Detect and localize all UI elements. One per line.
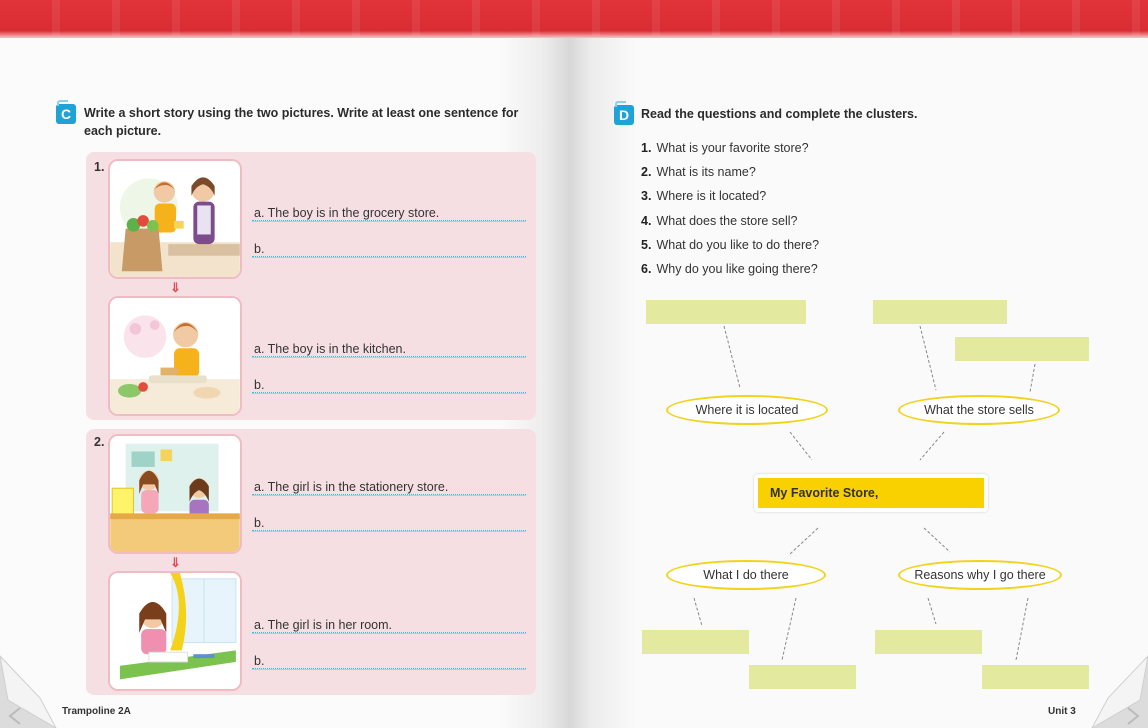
cluster-answer-box[interactable] [955,337,1089,361]
oval-what-sells: What the store sells [898,395,1060,425]
exercise-d-letter: D [618,107,630,123]
question-text: What is your favorite store? [656,141,809,155]
exercise-c-badge: C [56,100,76,124]
cluster-answer-box[interactable] [873,300,1007,324]
footer-book-title: Trampoline 2A [62,706,131,717]
item-2-frame-2-writing-line-b[interactable] [252,668,526,670]
question-text: What do you like to do there? [656,238,820,252]
question-number: 1. [641,141,652,155]
exercise-d-badge: D [614,101,634,125]
cluster-center: My Favorite Store, [754,474,988,512]
question-text: Where is it located? [656,189,767,203]
item-1-frame-1-writing-line-b[interactable] [252,256,526,258]
exercise-d-instruction: Read the questions and complete the clus… [641,107,918,121]
oval-what-i-do: What I do there [666,560,826,590]
question-3: 3. Where is it located? [641,189,766,203]
item-1-frame-1-writing-line-a[interactable] [252,220,526,222]
cluster-center-label[interactable]: My Favorite Store, [758,478,984,508]
question-number: 6. [641,262,652,276]
exercise-c-item-1-number: 1. [94,160,105,174]
item-2-frame-1-writing-line-a[interactable] [252,494,526,496]
question-text: What does the store sell? [656,214,798,228]
question-number: 4. [641,214,652,228]
exercise-c-instruction: Write a short story using the two pictur… [84,106,519,138]
cluster-answer-box[interactable] [875,630,982,654]
question-number: 2. [641,165,652,179]
question-4: 4. What does the store sell? [641,214,797,228]
item-2-frame-1-line-a: a. The girl is in the stationery store. [254,480,449,494]
oval-reasons: Reasons why I go there [898,560,1062,590]
grocery-store-picture [108,159,242,279]
down-arrow-icon: ⇓ [170,555,181,570]
item-2-frame-2-line-b: b. [254,654,265,668]
question-5: 5. What do you like to do there? [641,238,819,252]
question-number: 5. [641,238,652,252]
next-page-curl[interactable] [1086,638,1148,728]
question-text: What is its name? [656,165,756,179]
oval-where-located: Where it is located [666,395,828,425]
item-2-frame-1-line-b: b. [254,516,265,530]
item-1-frame-2-line-b: b. [254,378,265,392]
item-1-frame-2-writing-line-b[interactable] [252,392,526,394]
cluster-answer-box[interactable] [642,630,749,654]
down-arrow-icon: ⇓ [170,280,181,295]
exercise-c-item-2-number: 2. [94,435,105,449]
item-2-frame-2-line-a: a. The girl is in her room. [254,618,393,632]
question-text: Why do you like going there? [656,262,818,276]
item-2-frame-2-writing-line-a[interactable] [252,632,526,634]
kitchen-picture [108,296,242,416]
stationery-store-picture [108,434,242,554]
girl-room-picture [108,571,242,691]
question-number: 3. [641,189,652,203]
footer-unit: Unit 3 [1048,706,1076,717]
cluster-answer-box[interactable] [749,665,856,689]
question-1: 1. What is your favorite store? [641,141,809,155]
exercise-c-letter: C [60,106,72,122]
cluster-answer-box[interactable] [982,665,1089,689]
item-2-frame-1-writing-line-b[interactable] [252,530,526,532]
item-1-frame-2-line-a: a. The boy is in the kitchen. [254,342,406,356]
question-2: 2. What is its name? [641,165,756,179]
item-1-frame-2-writing-line-a[interactable] [252,356,526,358]
cluster-answer-box[interactable] [646,300,806,324]
question-6: 6. Why do you like going there? [641,262,818,276]
previous-page-curl[interactable] [0,638,62,728]
item-1-frame-1-line-a: a. The boy is in the grocery store. [254,206,440,220]
item-1-frame-1-line-b: b. [254,242,265,256]
